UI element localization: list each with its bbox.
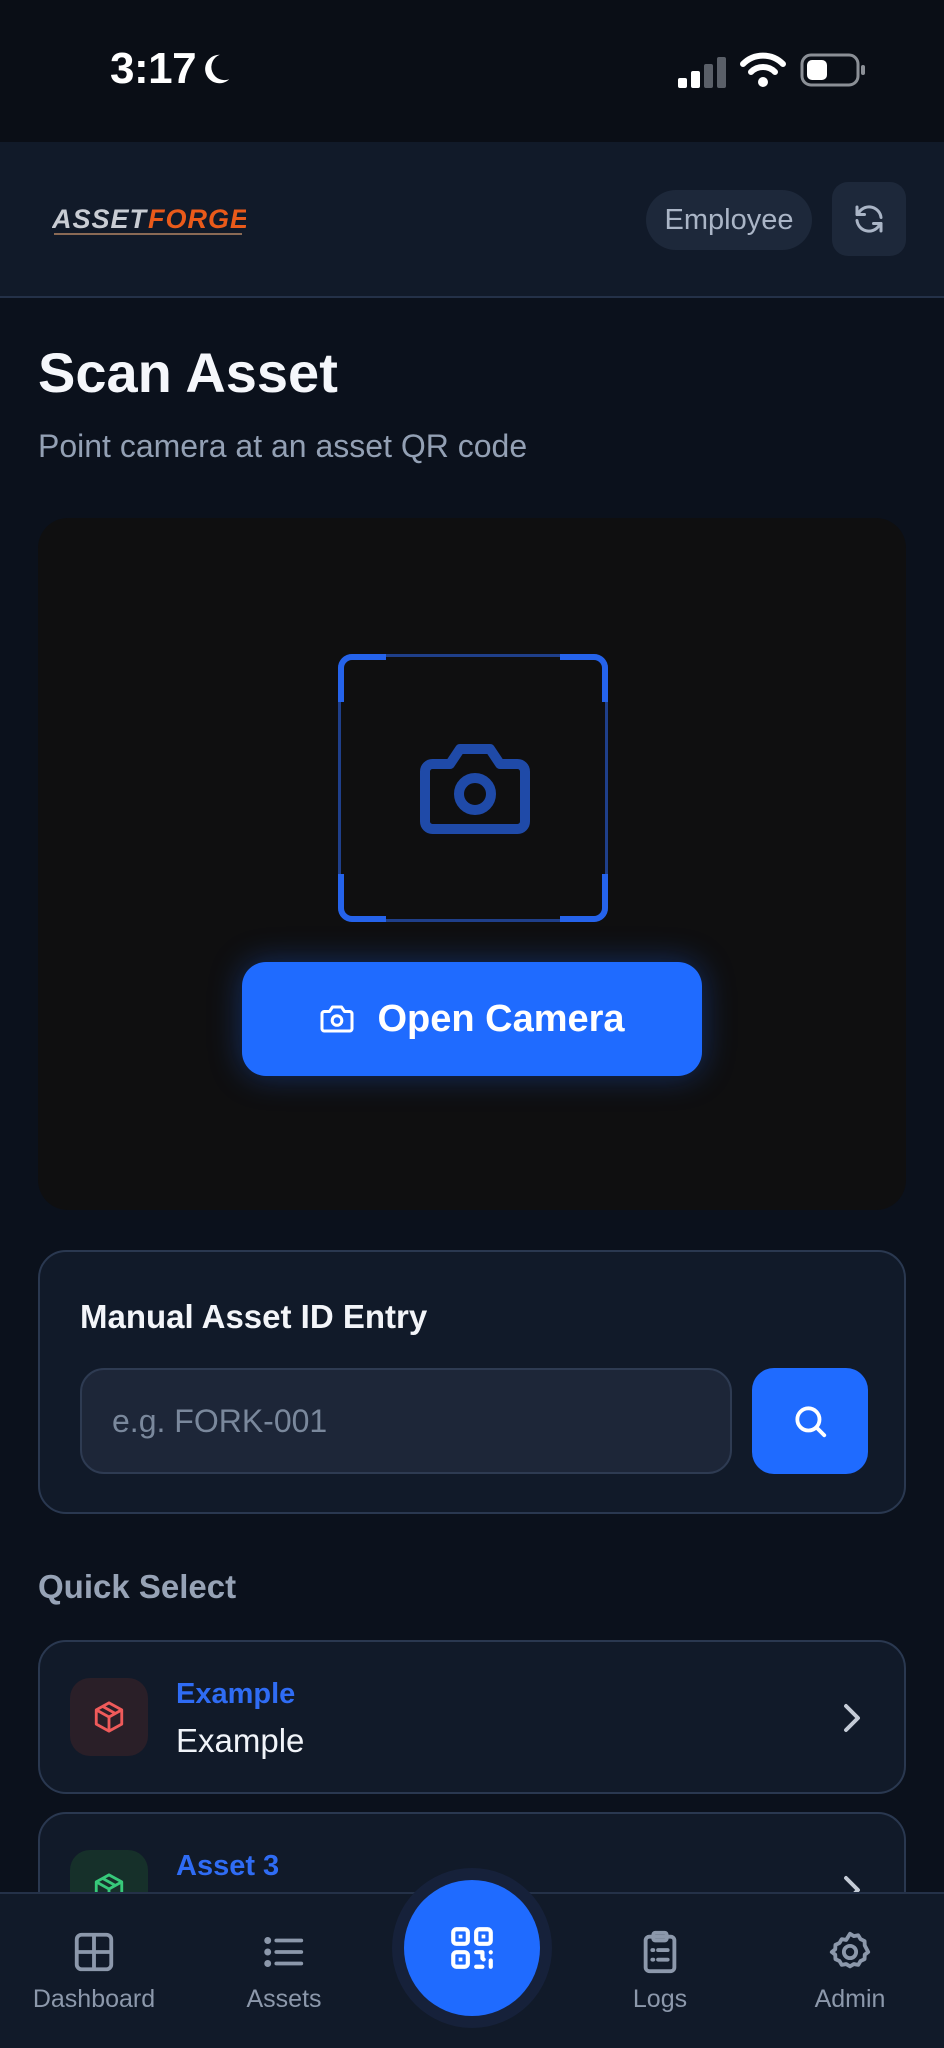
clipboard-icon xyxy=(643,1930,677,1974)
viewfinder-corner xyxy=(338,874,386,922)
viewfinder-corner xyxy=(560,654,608,702)
tab-scan-button[interactable] xyxy=(404,1880,540,2016)
scan-viewfinder xyxy=(338,654,608,922)
moon-icon xyxy=(205,54,230,84)
svg-text:ASSET: ASSET xyxy=(52,204,149,234)
asset-id-input[interactable] xyxy=(80,1368,732,1474)
refresh-button[interactable] xyxy=(832,182,906,256)
list-icon xyxy=(264,1937,304,1967)
tab-logs[interactable]: Logs xyxy=(590,1894,730,2014)
asset-id: Asset 3 xyxy=(176,1850,280,1882)
asset-name: Example xyxy=(176,1722,305,1759)
asset-icon-container xyxy=(70,1678,148,1756)
list-item[interactable]: Example Example xyxy=(38,1640,906,1794)
tab-assets[interactable]: Assets xyxy=(214,1894,354,2014)
manual-entry-card: Manual Asset ID Entry xyxy=(38,1250,906,1514)
manual-entry-title: Manual Asset ID Entry xyxy=(80,1298,428,1335)
search-button[interactable] xyxy=(752,1368,868,1474)
status-time: 3:17 xyxy=(110,44,197,93)
tab-admin[interactable]: Admin xyxy=(780,1894,920,2014)
page-title: Scan Asset xyxy=(38,341,338,404)
quick-select-label: Quick Select xyxy=(38,1568,237,1605)
cellular-signal-icon xyxy=(678,57,726,88)
refresh-icon xyxy=(855,205,883,233)
open-camera-button[interactable]: Open Camera xyxy=(242,962,702,1076)
role-badge: Employee xyxy=(646,190,812,250)
open-camera-label: Open Camera xyxy=(377,997,625,1040)
svg-text:FORGE: FORGE xyxy=(148,204,246,234)
app-header: ASSET FORGE Employee xyxy=(0,142,944,298)
tab-label: Dashboard xyxy=(32,1985,156,2013)
viewfinder-corner xyxy=(560,874,608,922)
wifi-icon xyxy=(740,52,786,87)
asset-id: Example xyxy=(176,1678,296,1710)
camera-icon xyxy=(320,1005,354,1033)
package-icon xyxy=(94,1701,124,1733)
tab-label: Assets xyxy=(246,1985,322,2013)
grid-icon xyxy=(74,1932,114,1972)
gear-icon xyxy=(829,1931,871,1969)
camera-icon xyxy=(420,744,530,834)
chevron-right-icon xyxy=(844,1704,860,1732)
battery-icon xyxy=(800,53,865,87)
tab-label: Logs xyxy=(632,1985,688,2013)
status-bar: 3:17 xyxy=(0,0,944,142)
search-icon xyxy=(795,1406,827,1438)
tab-label: Admin xyxy=(814,1985,886,2013)
qr-code-icon xyxy=(451,1927,493,1969)
assetforge-logo: ASSET FORGE xyxy=(52,204,246,235)
page-subtitle: Point camera at an asset QR code xyxy=(38,428,528,464)
tab-dashboard[interactable]: Dashboard xyxy=(14,1894,174,2014)
viewfinder-corner xyxy=(338,654,386,702)
